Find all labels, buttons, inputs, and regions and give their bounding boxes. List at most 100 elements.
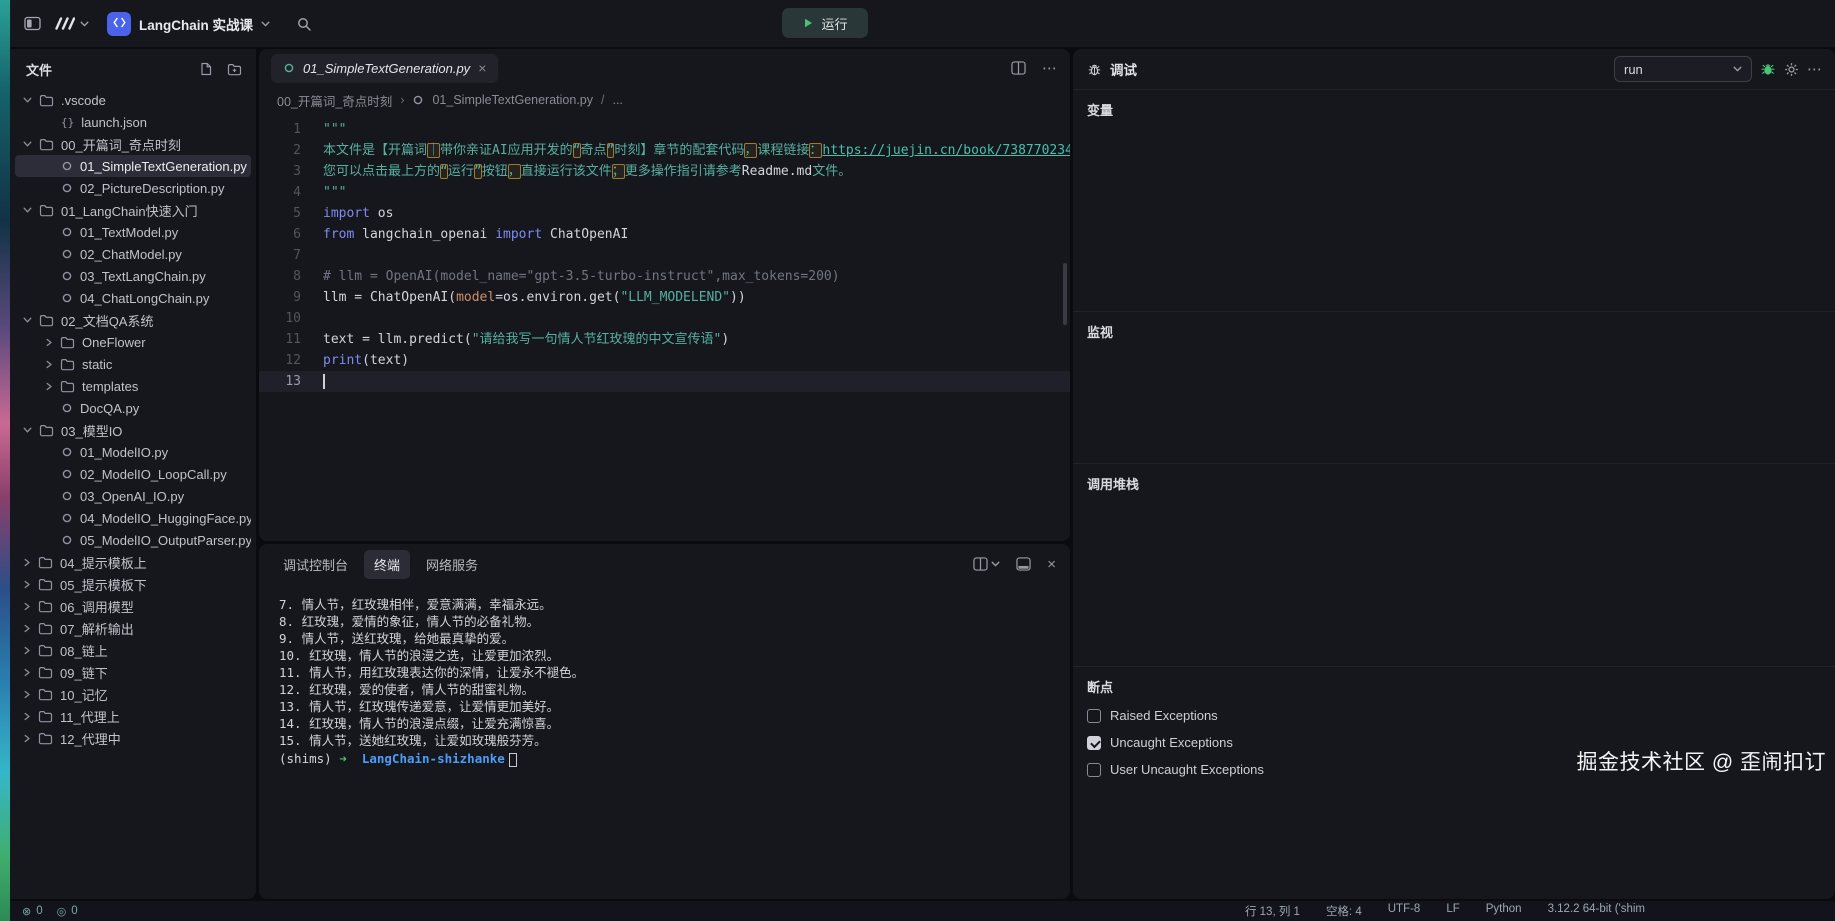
- tree-item[interactable]: 11_代理上: [15, 705, 251, 727]
- tree-item[interactable]: 03_模型IO: [15, 419, 251, 441]
- code-line[interactable]: 12print(text): [259, 350, 1070, 371]
- folder-icon: [38, 578, 53, 591]
- statusbar-item[interactable]: 空格: 4: [1326, 903, 1362, 919]
- tree-item[interactable]: 01_ModelIO.py: [15, 441, 251, 463]
- breakpoint-row[interactable]: Raised Exceptions: [1087, 708, 1821, 723]
- status-indicator[interactable]: ◎0: [57, 905, 78, 918]
- tree-item[interactable]: 05_ModelIO_OutputParser.py: [15, 529, 251, 551]
- gear-icon[interactable]: [1784, 62, 1799, 77]
- panel-toggle-icon[interactable]: [24, 16, 41, 31]
- workspace-name: LangChain 实战课: [139, 14, 253, 34]
- panel-tab-网络服务[interactable]: 网络服务: [416, 550, 488, 579]
- line-number: 10: [259, 308, 301, 329]
- tree-item[interactable]: OneFlower: [15, 331, 251, 353]
- python-file-icon: [61, 270, 73, 282]
- tree-item[interactable]: 04_ChatLongChain.py: [15, 287, 251, 309]
- tree-item[interactable]: 08_链上: [15, 639, 251, 661]
- code-line[interactable]: 8# llm = OpenAI(model_name="gpt-3.5-turb…: [259, 266, 1070, 287]
- tree-item[interactable]: 01_SimpleTextGeneration.py: [15, 155, 251, 177]
- tree-item[interactable]: 05_提示模板下: [15, 573, 251, 595]
- statusbar-item[interactable]: LF: [1446, 903, 1459, 919]
- panel-layout-icon[interactable]: [1016, 557, 1031, 571]
- code-line[interactable]: 11text = llm.predict("请给我写一句情人节红玫瑰的中文宣传语…: [259, 329, 1070, 350]
- breakpoints-section-label: 断点: [1087, 680, 1113, 695]
- tree-item[interactable]: 12_代理中: [15, 727, 251, 749]
- new-file-icon[interactable]: [199, 62, 213, 76]
- workspace-switcher[interactable]: LangChain 实战课: [107, 12, 270, 36]
- tree-item[interactable]: 02_ChatModel.py: [15, 243, 251, 265]
- tree-item[interactable]: {}launch.json: [15, 111, 251, 133]
- run-config-select[interactable]: run: [1614, 56, 1752, 82]
- chevron-right-icon: [23, 624, 31, 633]
- run-button[interactable]: 运行: [782, 8, 868, 38]
- code-line[interactable]: 13: [259, 371, 1070, 392]
- editor-scrollbar[interactable]: [1063, 263, 1067, 325]
- tree-item[interactable]: 02_ModelIO_LoopCall.py: [15, 463, 251, 485]
- search-icon[interactable]: [296, 16, 312, 32]
- tree-item[interactable]: 02_文档QA系统: [15, 309, 251, 331]
- code-line[interactable]: 1""": [259, 119, 1070, 140]
- breakpoint-checkbox[interactable]: [1087, 763, 1101, 777]
- code-line[interactable]: 7: [259, 245, 1070, 266]
- statusbar-item[interactable]: Python: [1486, 903, 1522, 919]
- panel-tab-调试控制台[interactable]: 调试控制台: [273, 550, 358, 579]
- tree-item[interactable]: 01_TextModel.py: [15, 221, 251, 243]
- split-terminal-button[interactable]: [973, 557, 1000, 571]
- more-icon[interactable]: ⋯: [1807, 60, 1823, 78]
- tree-item[interactable]: 09_链下: [15, 661, 251, 683]
- code-line[interactable]: 2本文件是【开篇词｜带你亲证AI应用开发的“奇点”时刻】章节的配套代码，课程链接…: [259, 140, 1070, 161]
- breadcrumb-file[interactable]: 01_SimpleTextGeneration.py: [432, 93, 593, 107]
- chevron-right-icon: ›: [400, 93, 404, 107]
- play-icon: [802, 17, 814, 29]
- statusbar-item[interactable]: 3.12.2 64-bit ('shim: [1548, 903, 1645, 919]
- code-line[interactable]: 6from langchain_openai import ChatOpenAI: [259, 224, 1070, 245]
- split-editor-icon[interactable]: [1011, 61, 1026, 75]
- tree-item[interactable]: 07_解析输出: [15, 617, 251, 639]
- tree-item[interactable]: 06_调用模型: [15, 595, 251, 617]
- tree-item-label: 09_链下: [60, 663, 108, 682]
- breakpoint-checkbox[interactable]: [1087, 736, 1101, 750]
- code-line[interactable]: 4""": [259, 182, 1070, 203]
- python-file-icon: [61, 490, 73, 502]
- status-indicator[interactable]: ⊗0: [22, 905, 43, 918]
- terminal-output[interactable]: 7. 情人节，红玫瑰相伴，爱意满满，幸福永远。8. 红玫瑰，爱情的象征，情人节的…: [259, 584, 1070, 767]
- tree-item-label: 03_模型IO: [61, 421, 122, 440]
- code-area[interactable]: 1"""2本文件是【开篇词｜带你亲证AI应用开发的“奇点”时刻】章节的配套代码，…: [259, 113, 1070, 541]
- tree-item[interactable]: 04_提示模板上: [15, 551, 251, 573]
- tree-item[interactable]: DocQA.py: [15, 397, 251, 419]
- tree-item[interactable]: 03_OpenAI_IO.py: [15, 485, 251, 507]
- new-folder-icon[interactable]: [227, 63, 242, 76]
- code-line[interactable]: 10: [259, 308, 1070, 329]
- statusbar-item[interactable]: 行 13, 列 1: [1245, 903, 1300, 919]
- tree-item[interactable]: 03_TextLangChain.py: [15, 265, 251, 287]
- app-menu[interactable]: [53, 16, 89, 31]
- breadcrumb-folder[interactable]: 00_开篇词_奇点时刻: [277, 91, 392, 110]
- breakpoint-checkbox[interactable]: [1087, 709, 1101, 723]
- statusbar: ⊗0 ◎0 行 13, 列 1 空格: 4 UTF-8 LF Python 3.12.2 6…: [10, 901, 1835, 921]
- chevron-right-icon: [23, 668, 31, 677]
- tree-item[interactable]: .vscode: [15, 89, 251, 111]
- panel-tab-终端[interactable]: 终端: [364, 550, 410, 579]
- tree-item[interactable]: 10_记忆: [15, 683, 251, 705]
- chevron-right-icon: [45, 338, 53, 347]
- close-icon[interactable]: ×: [1047, 556, 1056, 573]
- terminal-line: 12. 红玫瑰，爱的使者，情人节的甜蜜礼物。: [279, 681, 1060, 698]
- tree-item[interactable]: 04_ModelIO_HuggingFace.py: [15, 507, 251, 529]
- tree-item[interactable]: 02_PictureDescription.py: [15, 177, 251, 199]
- close-icon[interactable]: ×: [478, 61, 486, 75]
- code-line[interactable]: 9llm = ChatOpenAI(model=os.environ.get("…: [259, 287, 1070, 308]
- code-line[interactable]: 3您可以点击最上方的“运行”按钮，直接运行该文件；更多操作指引请参考Readme…: [259, 161, 1070, 182]
- tree-item[interactable]: 01_LangChain快速入门: [15, 199, 251, 221]
- tree-item-label: 04_提示模板上: [60, 553, 147, 572]
- debugger-icon[interactable]: [1760, 61, 1776, 77]
- statusbar-item[interactable]: UTF-8: [1388, 903, 1421, 919]
- more-icon[interactable]: ⋯: [1042, 59, 1058, 77]
- prompt-arrow-icon: ➜: [339, 751, 347, 766]
- breadcrumb-more[interactable]: ...: [612, 93, 622, 107]
- code-line[interactable]: 5import os: [259, 203, 1070, 224]
- tree-item[interactable]: static: [15, 353, 251, 375]
- tree-item[interactable]: 00_开篇词_奇点时刻: [15, 133, 251, 155]
- tree-item-label: 05_ModelIO_OutputParser.py: [80, 533, 251, 548]
- tree-item[interactable]: templates: [15, 375, 251, 397]
- editor-tab[interactable]: 01_SimpleTextGeneration.py ×: [271, 54, 498, 83]
